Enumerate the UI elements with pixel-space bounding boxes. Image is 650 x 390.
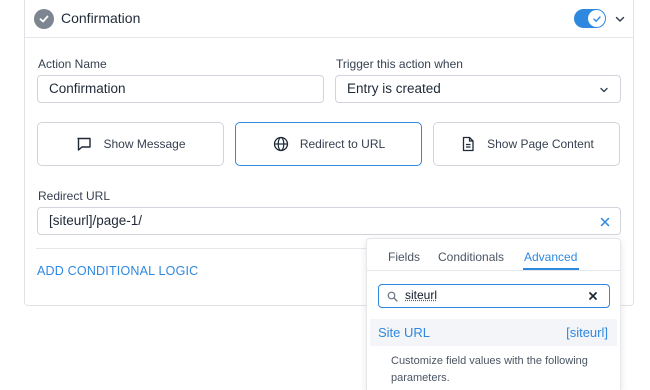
- tag-name: Site URL: [378, 325, 431, 340]
- document-icon: [462, 136, 474, 152]
- search-icon: [387, 291, 398, 302]
- globe-icon: [273, 136, 288, 152]
- chevron-down-icon: [600, 87, 608, 93]
- tab-fields[interactable]: Fields: [388, 250, 420, 264]
- tag-code: [siteurl]: [566, 325, 608, 340]
- show-page-content-button[interactable]: Show Page Content: [433, 122, 620, 166]
- redirect-url-label: Redirect URL: [38, 189, 111, 203]
- search-value: siteurl: [405, 288, 438, 302]
- trigger-select[interactable]: Entry is created: [335, 75, 621, 103]
- active-tab-indicator: [523, 268, 579, 270]
- message-icon: [77, 137, 92, 151]
- site-url-tag-option[interactable]: Site URL [siteurl]: [370, 319, 617, 346]
- tag-search-input[interactable]: siteurl: [378, 284, 610, 308]
- panel-title: Confirmation: [61, 10, 141, 26]
- trigger-selected-value: Entry is created: [347, 81, 441, 96]
- divider: [36, 248, 366, 249]
- show-page-content-label: Show Page Content: [487, 137, 594, 151]
- add-conditional-logic-link[interactable]: ADD CONDITIONAL LOGIC: [37, 264, 198, 278]
- enable-toggle[interactable]: [574, 9, 606, 28]
- close-icon[interactable]: [599, 216, 611, 228]
- trigger-label: Trigger this action when: [336, 57, 463, 71]
- show-message-label: Show Message: [103, 137, 186, 151]
- chevron-down-icon[interactable]: [613, 12, 627, 26]
- action-name-input[interactable]: Confirmation: [37, 75, 324, 103]
- close-icon[interactable]: [588, 291, 598, 301]
- redirect-url-value: [siteurl]/page-1/: [49, 213, 143, 228]
- help-text: Customize field values with the followin…: [391, 355, 588, 384]
- smart-tags-dropdown: Fields Conditionals Advanced siteurl Sit…: [366, 238, 621, 390]
- tab-conditionals[interactable]: Conditionals: [438, 250, 504, 264]
- redirect-to-url-label: Redirect to URL: [299, 137, 386, 151]
- check-circle-icon: [34, 9, 54, 29]
- action-name-label: Action Name: [38, 57, 107, 71]
- dropdown-tabs: Fields Conditionals Advanced: [367, 239, 620, 271]
- show-message-button[interactable]: Show Message: [37, 122, 224, 166]
- panel-header[interactable]: Confirmation: [25, 0, 633, 38]
- tab-advanced[interactable]: Advanced: [524, 250, 577, 264]
- toggle-check-icon: [588, 10, 605, 27]
- redirect-to-url-button[interactable]: Redirect to URL: [235, 122, 422, 166]
- redirect-url-input[interactable]: [siteurl]/page-1/: [37, 207, 621, 235]
